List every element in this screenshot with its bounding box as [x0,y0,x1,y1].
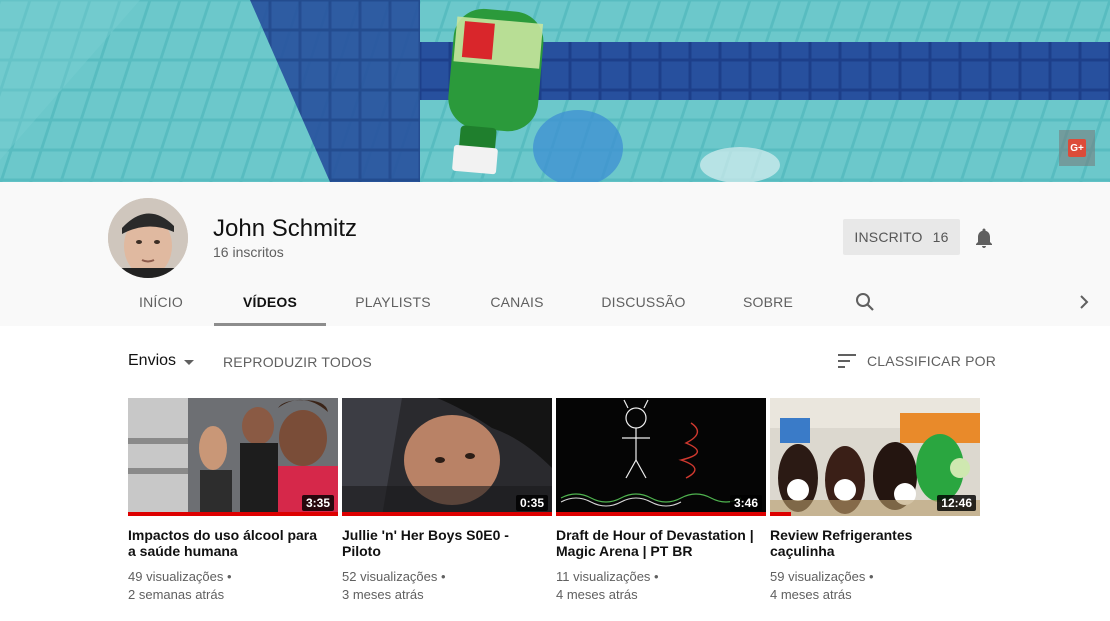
watch-progress-bar [770,512,791,516]
video-card[interactable]: 0:35 Jullie 'n' Her Boys S0E0 - Piloto 5… [342,398,552,604]
search-icon[interactable] [853,290,877,314]
bell-icon[interactable] [972,226,996,250]
video-duration: 0:35 [515,495,548,511]
video-thumbnail[interactable]: 3:35 [128,398,338,516]
tab-canais[interactable]: CANAIS [478,278,556,326]
video-thumbnail[interactable]: 12:46 [770,398,980,516]
tab-videos[interactable]: VÍDEOS [214,278,326,326]
video-duration: 3:46 [729,495,762,511]
video-age: 4 meses atrás [556,587,638,602]
video-title[interactable]: Jullie 'n' Her Boys S0E0 - Piloto [342,527,542,559]
video-title[interactable]: Draft de Hour of Devastation | Magic Are… [556,527,756,559]
sort-icon [838,354,856,368]
tab-inicio[interactable]: INÍCIO [128,278,194,326]
caret-down-icon [184,359,195,365]
channel-tabs: INÍCIO VÍDEOS PLAYLISTS CANAIS DISCUSSÃO… [0,278,1110,326]
subscribed-label: INSCRITO [854,229,923,245]
play-all-button[interactable]: REPRODUZIR TODOS [223,354,372,370]
video-meta: 49 visualizações • 2 semanas atrás [128,568,338,604]
video-card[interactable]: 12:46 Review Refrigerantes caçulinha 59 … [770,398,980,604]
video-views: 59 visualizações [770,569,866,584]
video-meta: 59 visualizações • 4 meses atrás [770,568,980,604]
video-meta: 11 visualizações • 4 meses atrás [556,568,766,604]
channel-header: John Schmitz 16 inscritos INSCRITO 16 IN… [0,182,1110,326]
video-age: 3 meses atrás [342,587,424,602]
channel-banner: G+ [0,0,1110,182]
video-thumbnail[interactable]: 0:35 [342,398,552,516]
uploads-label: Envios [128,352,177,369]
avatar[interactable] [108,198,188,278]
subscribed-count: 16 [932,229,949,245]
chevron-right-icon[interactable] [1072,290,1096,314]
video-title[interactable]: Review Refrigerantes caçulinha [770,527,970,559]
sort-by-button[interactable]: CLASSIFICAR POR [837,350,996,372]
tab-playlists[interactable]: PLAYLISTS [346,278,440,326]
tab-sobre[interactable]: SOBRE [732,278,804,326]
google-plus-icon: G+ [1068,139,1086,157]
video-views: 11 visualizações [556,569,651,584]
sort-by-label: CLASSIFICAR POR [867,353,997,369]
video-card[interactable]: 3:35 Impactos do uso álcool para a saúde… [128,398,338,604]
subscribed-button[interactable]: INSCRITO 16 [843,219,960,255]
google-plus-button[interactable]: G+ [1059,130,1095,166]
channel-name: John Schmitz [213,215,358,242]
tab-discussao[interactable]: DISCUSSÃO [593,278,694,326]
video-views: 52 visualizações [342,569,438,584]
video-card[interactable]: 3:46 Draft de Hour of Devastation | Magi… [556,398,766,604]
video-thumbnail[interactable]: 3:46 [556,398,766,516]
video-meta: 52 visualizações • 3 meses atrás [342,568,552,604]
subscriber-count: 16 inscritos [213,244,284,260]
video-duration: 3:35 [301,495,334,511]
watch-progress-bar [128,512,338,516]
uploads-dropdown[interactable]: Envios [128,352,195,370]
watch-progress-bar [556,512,766,516]
video-title[interactable]: Impactos do uso álcool para a saúde huma… [128,527,328,559]
watch-progress-bar [342,512,552,516]
video-age: 2 semanas atrás [128,587,225,602]
video-views: 49 visualizações [128,569,224,584]
video-age: 4 meses atrás [770,587,852,602]
video-duration: 12:46 [937,495,976,511]
